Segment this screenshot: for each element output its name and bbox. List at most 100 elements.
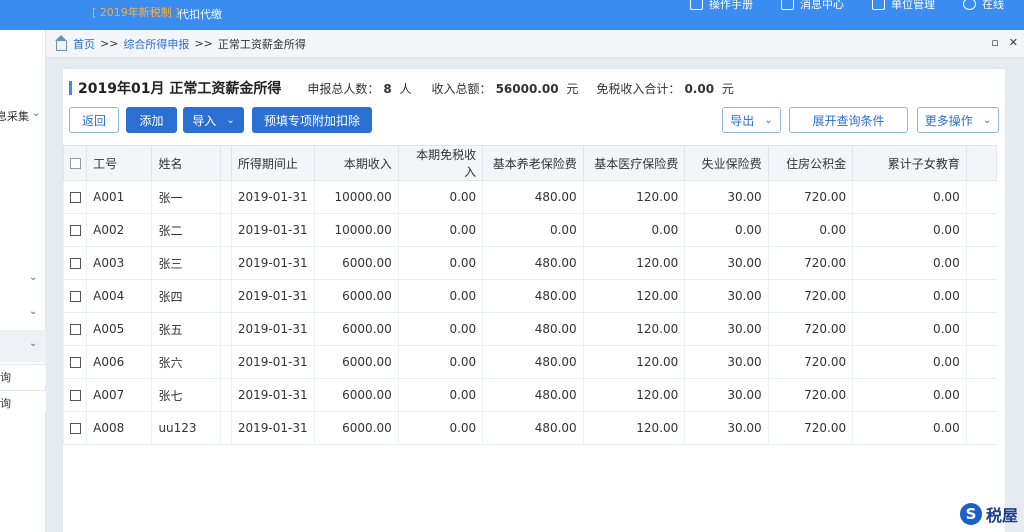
sidebar-subitem-query-2[interactable]: 询 (0, 390, 46, 412)
cell-spacer (219, 246, 232, 280)
col-header-income[interactable]: 本期收入 (314, 145, 399, 181)
breadcrumb-current: 正常工资薪金所得 (217, 37, 306, 51)
cell-tail (965, 411, 997, 445)
cell-income: 10000.00 (314, 180, 399, 214)
cell-medical: 120.00 (582, 411, 685, 445)
top-nav-manual[interactable]: 操作手册 (690, 0, 753, 12)
col-header-medical[interactable]: 基本医疗保险费 (582, 145, 686, 181)
col-header-exempt[interactable]: 本期免税收入 (397, 145, 484, 181)
breadcrumb-level1[interactable]: 综合所得申报 (123, 36, 189, 52)
cell-medical: 120.00 (582, 312, 685, 346)
cell-medical: 120.00 (582, 345, 685, 379)
more-actions-button[interactable]: 更多操作 ⌄ (917, 107, 999, 133)
col-header-period[interactable]: 所得期间止 (230, 145, 316, 181)
col-header-id[interactable]: 工号 (86, 145, 153, 181)
col-header-child-education[interactable]: 累计子女教育 (852, 145, 967, 181)
table-row[interactable]: A002 张二 2019-01-31 10000.00 0.00 0.00 0.00 0.00… (62, 213, 997, 247)
exempt-unit: 元 (721, 81, 734, 96)
checkbox-icon (70, 324, 81, 335)
cell-exempt: 0.00 (397, 213, 483, 247)
table-row[interactable]: A008 uu123 2019-01-31 6000.00 0.00 480.00 120.… (62, 411, 997, 445)
cell-exempt: 0.00 (397, 279, 483, 313)
top-bar: [ 2019年新税制 ] 代扣代缴 操作手册 消息中心 单位管理 在线 (0, 0, 1024, 30)
cell-income: 6000.00 (314, 345, 399, 379)
cell-exempt: 0.00 (397, 411, 483, 445)
back-button[interactable]: 返回 (69, 107, 119, 133)
row-checkbox[interactable] (62, 213, 87, 247)
table-row[interactable]: A001 张一 2019-01-31 10000.00 0.00 480.00 120.00… (62, 180, 997, 214)
prefill-deduction-button[interactable]: 预填专项附加扣除 (252, 107, 372, 133)
cell-period: 2019-01-31 (230, 246, 315, 280)
top-nav-messages[interactable]: 消息中心 (781, 0, 844, 12)
row-checkbox[interactable] (62, 411, 87, 445)
close-icon[interactable]: ✕ (1009, 37, 1018, 48)
col-header-pension[interactable]: 基本养老保险费 (482, 145, 584, 181)
col-header-name[interactable]: 姓名 (151, 145, 221, 181)
cell-period: 2019-01-31 (230, 345, 315, 379)
cell-id: A006 (86, 345, 152, 379)
cell-pension: 480.00 (482, 246, 584, 280)
sidebar-item-collect[interactable]: 息采集 ⌄ (0, 106, 46, 128)
cell-unemployment: 30.00 (684, 411, 769, 445)
cell-name: 张二 (151, 213, 221, 247)
sidebar-item-group-1[interactable]: ⌄ (0, 270, 46, 292)
table-row[interactable]: A004 张四 2019-01-31 6000.00 0.00 480.00 120.00 3… (62, 279, 997, 313)
import-button-label: 导入 (192, 113, 217, 128)
col-header-unemployment[interactable]: 失业保险费 (684, 145, 769, 181)
row-checkbox[interactable] (62, 378, 87, 412)
col-header-spacer (219, 145, 232, 181)
row-checkbox[interactable] (62, 345, 87, 379)
cell-medical: 120.00 (582, 180, 685, 214)
sidebar-item-group-2[interactable]: ⌄ (0, 304, 46, 326)
sidebar-item-active[interactable]: ⌄ (0, 330, 46, 362)
cell-unemployment: 30.00 (684, 312, 769, 346)
restore-icon[interactable]: ▫ (991, 37, 998, 48)
cell-id: A002 (86, 213, 152, 247)
cell-housing-fund: 720.00 (767, 345, 853, 379)
col-header-housing-fund[interactable]: 住房公积金 (767, 145, 854, 181)
table-row[interactable]: A003 张三 2019-01-31 6000.00 0.00 480.00 120.00 3… (62, 246, 997, 280)
home-icon[interactable] (55, 34, 67, 51)
top-nav-unit[interactable]: 单位管理 (872, 0, 935, 12)
import-button[interactable]: 导入 ⌄ (183, 107, 244, 133)
add-button[interactable]: 添加 (126, 107, 177, 133)
cell-pension: 480.00 (482, 411, 584, 445)
sidebar-item-collect-label: 息采集 (0, 110, 29, 123)
cell-pension: 0.00 (482, 213, 584, 247)
income-value: 56000.00 (495, 81, 559, 96)
row-checkbox[interactable] (62, 180, 87, 214)
cell-income: 6000.00 (314, 279, 399, 313)
cell-income: 6000.00 (314, 312, 399, 346)
table-row[interactable]: A007 张七 2019-01-31 6000.00 0.00 480.00 120.00 3… (62, 378, 997, 412)
top-nav-online[interactable]: 在线 (963, 0, 1004, 12)
cell-tail (965, 246, 997, 280)
message-icon (781, 0, 794, 10)
online-icon (963, 0, 976, 10)
table-row[interactable]: A005 张五 2019-01-31 6000.00 0.00 480.00 120.00 3… (62, 312, 997, 346)
cell-income: 6000.00 (314, 378, 399, 412)
cell-pension: 480.00 (482, 345, 584, 379)
cell-exempt: 0.00 (397, 312, 483, 346)
checkbox-icon (70, 357, 81, 368)
breadcrumb-home[interactable]: 首页 (73, 36, 95, 52)
expand-query-button[interactable]: 展开查询条件 (789, 107, 908, 133)
watermark-logo: S 税屋 (959, 502, 1018, 526)
logo-mark: S (959, 503, 982, 525)
main-panel: 2019年01月 正常工资薪金所得 申报总人数： 8 人 收入总额： 56000.0… (62, 68, 1006, 532)
select-all-checkbox[interactable] (62, 145, 88, 181)
row-checkbox[interactable] (62, 246, 87, 280)
row-checkbox[interactable] (62, 312, 87, 346)
row-checkbox[interactable] (62, 279, 87, 313)
export-button[interactable]: 导出 ⌄ (722, 107, 781, 133)
cell-unemployment: 30.00 (684, 279, 769, 313)
more-actions-label: 更多操作 (924, 113, 973, 128)
title-accent-bar (69, 81, 72, 95)
cell-spacer (219, 279, 232, 313)
table-row[interactable]: A006 张六 2019-01-31 6000.00 0.00 480.00 120.00 3… (62, 345, 997, 379)
sidebar-subitem-query-1[interactable]: 询 (0, 364, 46, 386)
table-header-row: 工号 姓名 所得期间止 本期收入 本期免税收入 基本养老保险费 基本医疗保险费 … (62, 145, 998, 181)
cell-spacer (219, 345, 232, 379)
income-label: 收入总额： (431, 81, 492, 96)
cell-name: 张五 (151, 312, 221, 346)
breadcrumb: 首页 >> 综合所得申报 >> 正常工资薪金所得 ▫ ✕ (46, 30, 1024, 58)
